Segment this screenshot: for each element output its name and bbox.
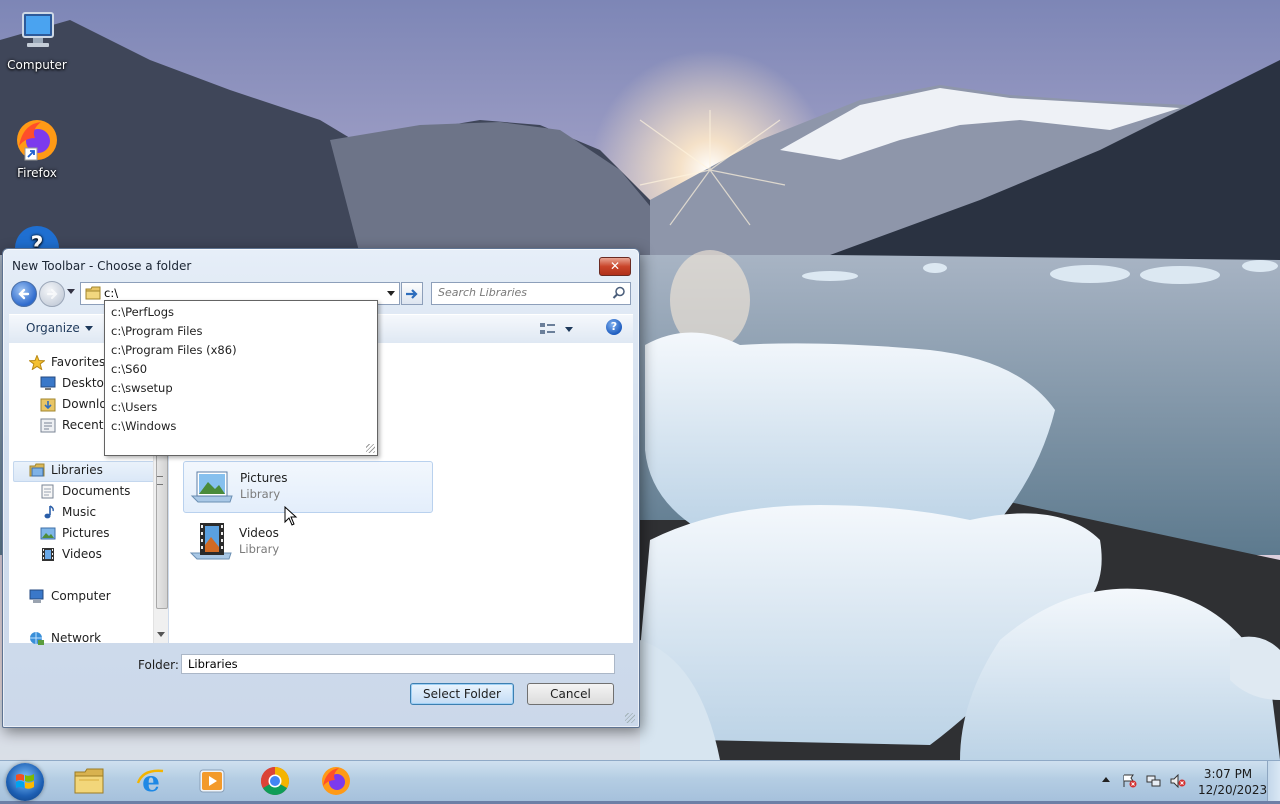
help-icon: ? bbox=[13, 222, 61, 248]
autocomplete-item[interactable]: c:\swsetup bbox=[111, 379, 173, 398]
nav-item-label: Favorites bbox=[51, 355, 106, 369]
library-item-type: Library bbox=[239, 542, 280, 556]
search-input[interactable] bbox=[438, 286, 608, 299]
autocomplete-item[interactable]: c:\PerfLogs bbox=[111, 303, 174, 322]
arrow-left-icon bbox=[18, 288, 30, 300]
pictures-library-icon bbox=[190, 471, 233, 503]
svg-text:?: ? bbox=[31, 233, 44, 248]
network-status-icon[interactable] bbox=[1146, 774, 1162, 788]
start-button[interactable] bbox=[6, 763, 44, 801]
autocomplete-resize-grip[interactable] bbox=[366, 444, 375, 453]
documents-icon bbox=[41, 484, 54, 499]
go-arrow-icon bbox=[406, 289, 418, 299]
nav-item-label: Documents bbox=[62, 484, 131, 498]
libraries-icon bbox=[29, 463, 45, 477]
library-item-videos[interactable]: Videos Library bbox=[183, 517, 431, 567]
close-icon: ✕ bbox=[609, 259, 621, 273]
dialog-title: New Toolbar - Choose a folder bbox=[12, 259, 192, 273]
taskbar-internet-explorer[interactable]: e bbox=[135, 765, 167, 798]
desktop-icon-help[interactable]: ? bbox=[0, 222, 74, 248]
music-note-icon bbox=[44, 505, 54, 519]
taskbar-firefox[interactable] bbox=[320, 765, 352, 797]
chevron-down-icon bbox=[84, 326, 93, 331]
videos-icon bbox=[42, 548, 54, 561]
autocomplete-item[interactable]: c:\Users bbox=[111, 398, 157, 417]
nav-item-label: Computer bbox=[51, 589, 111, 603]
show-hidden-icons-arrow[interactable] bbox=[1102, 777, 1110, 782]
autocomplete-item[interactable]: c:\Program Files bbox=[111, 322, 202, 341]
media-player-icon bbox=[199, 769, 225, 793]
back-button[interactable] bbox=[11, 281, 37, 307]
show-desktop-button[interactable] bbox=[1267, 761, 1280, 801]
nav-item-label: Libraries bbox=[51, 463, 103, 477]
autocomplete-item[interactable]: c:\Program Files (x86) bbox=[111, 341, 237, 360]
cancel-button[interactable]: Cancel bbox=[527, 683, 614, 705]
search-box[interactable] bbox=[431, 282, 631, 305]
autocomplete-item[interactable]: c:\S60 bbox=[111, 360, 147, 379]
view-options-icon bbox=[540, 323, 555, 334]
nav-item-label: Music bbox=[62, 505, 97, 519]
firefox-icon bbox=[322, 767, 350, 795]
scrollbar-thumb[interactable] bbox=[156, 451, 168, 609]
downloads-folder-icon bbox=[40, 398, 56, 412]
resize-grip[interactable] bbox=[625, 713, 635, 723]
folder-icon bbox=[85, 286, 101, 300]
desktop-icon-label: Firefox bbox=[17, 166, 57, 180]
nav-item-label: Network bbox=[51, 631, 102, 645]
computer-icon bbox=[29, 589, 44, 603]
videos-library-icon bbox=[189, 523, 232, 560]
system-tray: 3:07 PM 12/20/2023 bbox=[1090, 761, 1280, 801]
search-icon[interactable] bbox=[612, 286, 626, 300]
desktop-icon-firefox[interactable]: Firefox bbox=[0, 116, 74, 180]
volume-muted-icon[interactable] bbox=[1170, 774, 1186, 788]
folder-icon bbox=[74, 768, 104, 794]
forward-button[interactable] bbox=[39, 281, 65, 307]
arrow-right-icon bbox=[46, 288, 58, 300]
address-dropdown-arrow[interactable] bbox=[387, 291, 395, 296]
library-item-pictures[interactable]: Pictures Library bbox=[183, 461, 433, 513]
taskbar-media-player[interactable] bbox=[196, 765, 228, 797]
library-item-name: Videos bbox=[239, 526, 279, 540]
windows-logo-icon bbox=[16, 774, 34, 789]
star-icon bbox=[29, 355, 45, 370]
help-button[interactable]: ? bbox=[606, 319, 622, 335]
select-folder-button[interactable]: Select Folder bbox=[410, 683, 514, 705]
help-icon: ? bbox=[610, 320, 618, 333]
desktop-icon-label: Computer bbox=[7, 58, 67, 72]
change-view-button[interactable] bbox=[539, 321, 557, 340]
internet-explorer-icon: e bbox=[136, 765, 164, 798]
mouse-cursor-icon bbox=[284, 506, 298, 526]
clock-date[interactable]: 12/20/2023 bbox=[1198, 783, 1267, 797]
organize-label: Organize bbox=[26, 321, 80, 335]
scrollbar-grip bbox=[157, 476, 163, 485]
nav-item-label: Pictures bbox=[62, 526, 110, 540]
library-item-name: Pictures bbox=[240, 471, 288, 485]
taskbar-chrome[interactable] bbox=[259, 765, 291, 797]
clock-time[interactable]: 3:07 PM bbox=[1198, 767, 1258, 781]
desktop-icon bbox=[40, 376, 56, 390]
chrome-icon bbox=[261, 767, 289, 795]
close-button[interactable]: ✕ bbox=[599, 257, 631, 276]
action-center-flag-icon[interactable] bbox=[1122, 774, 1138, 788]
pictures-icon bbox=[40, 527, 56, 540]
nav-item-label: Videos bbox=[62, 547, 102, 561]
recent-places-icon bbox=[40, 418, 56, 433]
view-dropdown-arrow[interactable] bbox=[565, 327, 573, 332]
go-button[interactable] bbox=[401, 282, 423, 305]
desktop-icon-computer[interactable]: Computer bbox=[0, 8, 74, 72]
recent-pages-dropdown[interactable] bbox=[67, 289, 75, 294]
computer-icon bbox=[13, 8, 61, 56]
scroll-down-arrow[interactable] bbox=[157, 632, 165, 637]
library-item-type: Library bbox=[240, 487, 281, 501]
organize-button[interactable]: Organize bbox=[26, 321, 93, 335]
taskbar: e 3:07 PM 12/20/2023 bbox=[0, 760, 1280, 801]
firefox-icon bbox=[13, 116, 61, 164]
address-input[interactable] bbox=[104, 285, 374, 301]
folder-name-input[interactable] bbox=[181, 654, 615, 674]
taskbar-explorer[interactable] bbox=[73, 765, 105, 797]
folder-label: Folder: bbox=[138, 658, 179, 672]
address-autocomplete-list: c:\PerfLogs c:\Program Files c:\Program … bbox=[104, 300, 378, 456]
autocomplete-item[interactable]: c:\Windows bbox=[111, 417, 176, 436]
network-icon bbox=[30, 632, 44, 645]
